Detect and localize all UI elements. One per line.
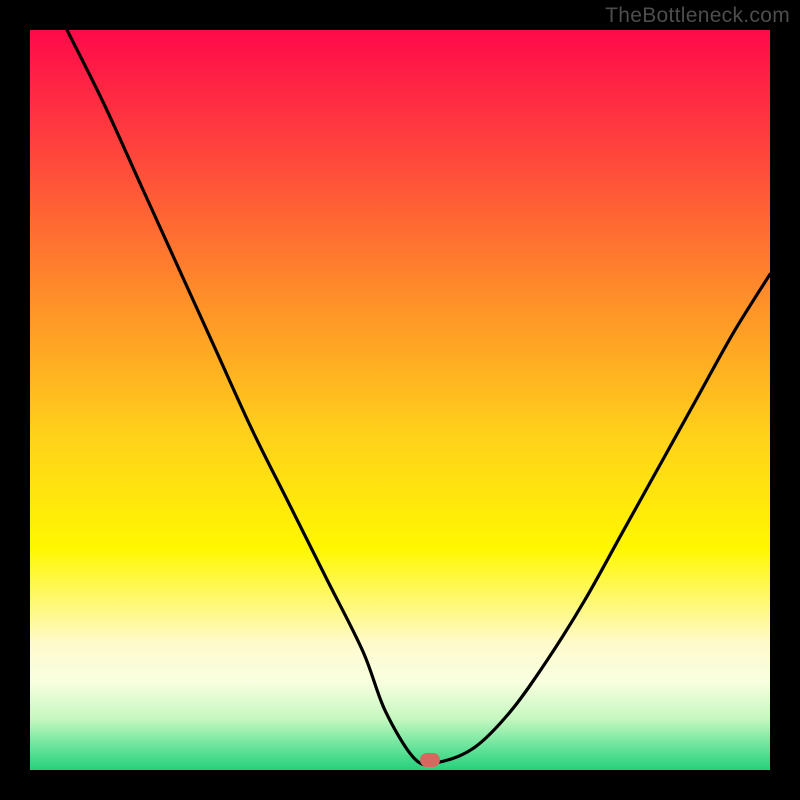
bottleneck-figure: TheBottleneck.com (0, 0, 800, 800)
curve-layer (30, 30, 770, 770)
watermark-text: TheBottleneck.com (605, 4, 790, 28)
bottleneck-curve (67, 30, 770, 765)
bottleneck-marker (420, 753, 440, 767)
plot-area (30, 30, 770, 770)
